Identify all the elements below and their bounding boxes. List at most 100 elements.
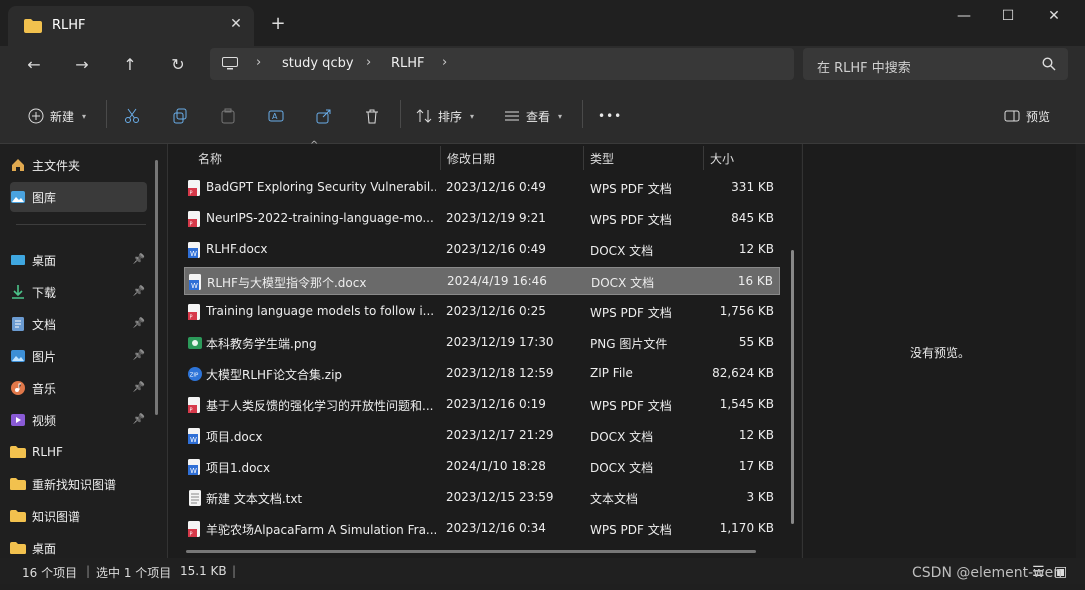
column-divider[interactable]	[440, 146, 441, 170]
table-row[interactable]: P NeurIPS-2022-training-language-mo... 202…	[184, 205, 780, 233]
divider	[400, 100, 401, 128]
forward-icon[interactable]: →	[70, 54, 94, 76]
preview-label: 预览	[1026, 109, 1051, 124]
up-icon[interactable]: ↑	[118, 54, 142, 76]
file-name: 项目1.docx	[206, 461, 271, 475]
paste-button[interactable]	[220, 106, 236, 126]
svg-text:A: A	[272, 112, 278, 121]
share-button[interactable]	[316, 106, 332, 126]
new-button[interactable]: 新建 ▾	[28, 106, 86, 126]
no-preview-message: 没有预览。	[909, 346, 970, 360]
file-size: 12 KB	[738, 428, 774, 442]
vertical-scrollbar[interactable]	[791, 250, 794, 524]
pdf-file-icon: P	[188, 180, 200, 197]
column-divider[interactable]	[583, 146, 584, 170]
minimize-button[interactable]: —	[941, 6, 987, 28]
back-icon[interactable]: ←	[22, 54, 46, 76]
plus-circle-icon	[28, 108, 44, 124]
delete-button[interactable]	[364, 106, 380, 126]
table-row[interactable]: P 基于人类反馈的强化学习的开放性问题和... 2023/12/16 0:19 WPS…	[184, 391, 780, 419]
copy-button[interactable]	[172, 106, 188, 126]
table-row[interactable]: W RLHF.docx 2023/12/16 0:49 DOCX 文档 12 KB	[184, 236, 780, 264]
file-size: 17 KB	[738, 459, 774, 473]
search-input[interactable]: 在 RLHF 中搜索	[803, 48, 1068, 80]
tab-rlhf[interactable]: RLHF ✕	[8, 6, 254, 46]
image-file-icon	[188, 337, 202, 349]
maximize-button[interactable]: ☐	[985, 6, 1031, 28]
table-row[interactable]: 新建 文本文档.txt 2023/12/15 23:59 文本文档 3 KB	[184, 484, 780, 512]
file-type: WPS PDF 文档	[590, 399, 672, 413]
sidebar-scrollbar[interactable]	[155, 160, 158, 415]
cut-button[interactable]	[124, 106, 140, 126]
column-size[interactable]: 大小	[710, 150, 734, 167]
breadcrumb-rlhf[interactable]: RLHF	[391, 56, 425, 71]
more-options-button[interactable]: •••	[598, 106, 622, 126]
sidebar-item-3[interactable]: 桌面 📌	[10, 245, 147, 275]
horizontal-scrollbar[interactable]	[186, 550, 756, 553]
status-divider: |	[86, 564, 91, 578]
refresh-icon[interactable]: ↻	[166, 54, 190, 76]
close-tab-icon[interactable]: ✕	[226, 14, 246, 34]
sidebar-item-6[interactable]: 图片 📌	[10, 341, 147, 371]
table-row[interactable]: W RLHF与大模型指令那个.docx 2024/4/19 16:46 DOCX 文档…	[184, 267, 780, 295]
sidebar-item-10[interactable]: 重新找知识图谱	[10, 469, 147, 499]
sidebar-item-9[interactable]: RLHF	[10, 437, 147, 467]
table-row[interactable]: P Training language models to follow i...…	[184, 298, 780, 326]
file-size: 1,756 KB	[719, 304, 774, 318]
svg-text:P: P	[190, 191, 193, 197]
view-button[interactable]: 查看 ▾	[504, 106, 562, 126]
pdf-file-icon: P	[188, 304, 200, 320]
share-icon	[316, 109, 331, 124]
copy-icon	[173, 108, 187, 124]
sidebar-item-5[interactable]: 文档 📌	[10, 309, 147, 339]
breadcrumb[interactable]: › study qcby › RLHF ›	[210, 48, 794, 80]
chevron-right-icon[interactable]: ›	[442, 55, 447, 70]
table-row[interactable]: ZIP 大模型RLHF论文合集.zip 2023/12/18 12:59 ZIP Fi…	[184, 360, 780, 388]
file-size: 331 KB	[731, 180, 774, 194]
file-type: DOCX 文档	[591, 276, 655, 290]
table-row[interactable]: W 项目1.docx 2024/1/10 18:28 DOCX 文档 17 KB	[184, 453, 780, 481]
column-type[interactable]: 类型	[590, 150, 614, 167]
file-date: 2023/12/16 0:49	[446, 180, 546, 194]
sidebar-item-label: 重新找知识图谱	[32, 477, 117, 492]
rename-button[interactable]: A	[268, 106, 284, 126]
table-row[interactable]: P 羊驼农场AlpacaFarm A Simulation Fra... 2023/…	[184, 515, 780, 543]
desktop-icon	[11, 255, 25, 265]
search-icon	[1042, 57, 1056, 71]
file-date: 2023/12/16 0:25	[446, 304, 546, 318]
column-divider[interactable]	[703, 146, 704, 170]
table-row[interactable]: 本科教务学生端.png 2023/12/19 17:30 PNG 图片文件 55 KB	[184, 329, 780, 357]
table-row[interactable]: W 项目.docx 2023/12/17 21:29 DOCX 文档 12 KB	[184, 422, 780, 450]
pdf-file-icon: P	[188, 521, 200, 537]
clipboard-icon	[221, 108, 235, 124]
new-tab-button[interactable]: +	[266, 14, 290, 36]
file-size: 1,170 KB	[719, 521, 774, 535]
folder-icon	[10, 446, 26, 458]
breadcrumb-study-qcby[interactable]: study qcby	[282, 56, 354, 71]
pdf-file-icon: P	[188, 211, 200, 228]
sort-button[interactable]: 排序 ▾	[416, 106, 474, 126]
close-window-button[interactable]: ✕	[1031, 6, 1077, 28]
table-row[interactable]: P BadGPT Exploring Security Vulnerabil...…	[184, 174, 780, 202]
svg-text:P: P	[190, 222, 193, 228]
sidebar-item-label: 知识图谱	[32, 509, 81, 524]
column-name[interactable]: 名称	[198, 150, 222, 167]
chevron-right-icon[interactable]: ›	[366, 55, 371, 70]
file-name: 羊驼农场AlpacaFarm A Simulation Fra...	[206, 523, 436, 537]
pin-icon: 📌	[132, 254, 145, 265]
chevron-right-icon[interactable]: ›	[256, 55, 261, 70]
sidebar-item-11[interactable]: 知识图谱	[10, 501, 147, 531]
column-date[interactable]: 修改日期	[447, 150, 495, 167]
sidebar-item-12[interactable]: 桌面	[10, 533, 147, 558]
word-file-icon: W	[189, 274, 201, 290]
sidebar-item-4[interactable]: 下载 📌	[10, 277, 147, 307]
file-size: 3 KB	[746, 490, 774, 504]
navigation-pane: 主文件夹 图库 桌面 📌 下载 📌 文档 📌 图片 📌 音乐 📌 视频 📌 RLHF 重新找知识图谱 知识图谱桌…	[0, 144, 166, 558]
word-file-icon: W	[188, 459, 200, 475]
sidebar-item-8[interactable]: 视频 📌	[10, 405, 147, 435]
sidebar-item-1[interactable]: 主文件夹	[10, 150, 147, 180]
sidebar-item-7[interactable]: 音乐 📌	[10, 373, 147, 403]
preview-pane-button[interactable]: 预览	[1004, 106, 1050, 126]
view-label: 查看	[526, 109, 551, 124]
sidebar-item-2[interactable]: 图库	[10, 182, 147, 212]
